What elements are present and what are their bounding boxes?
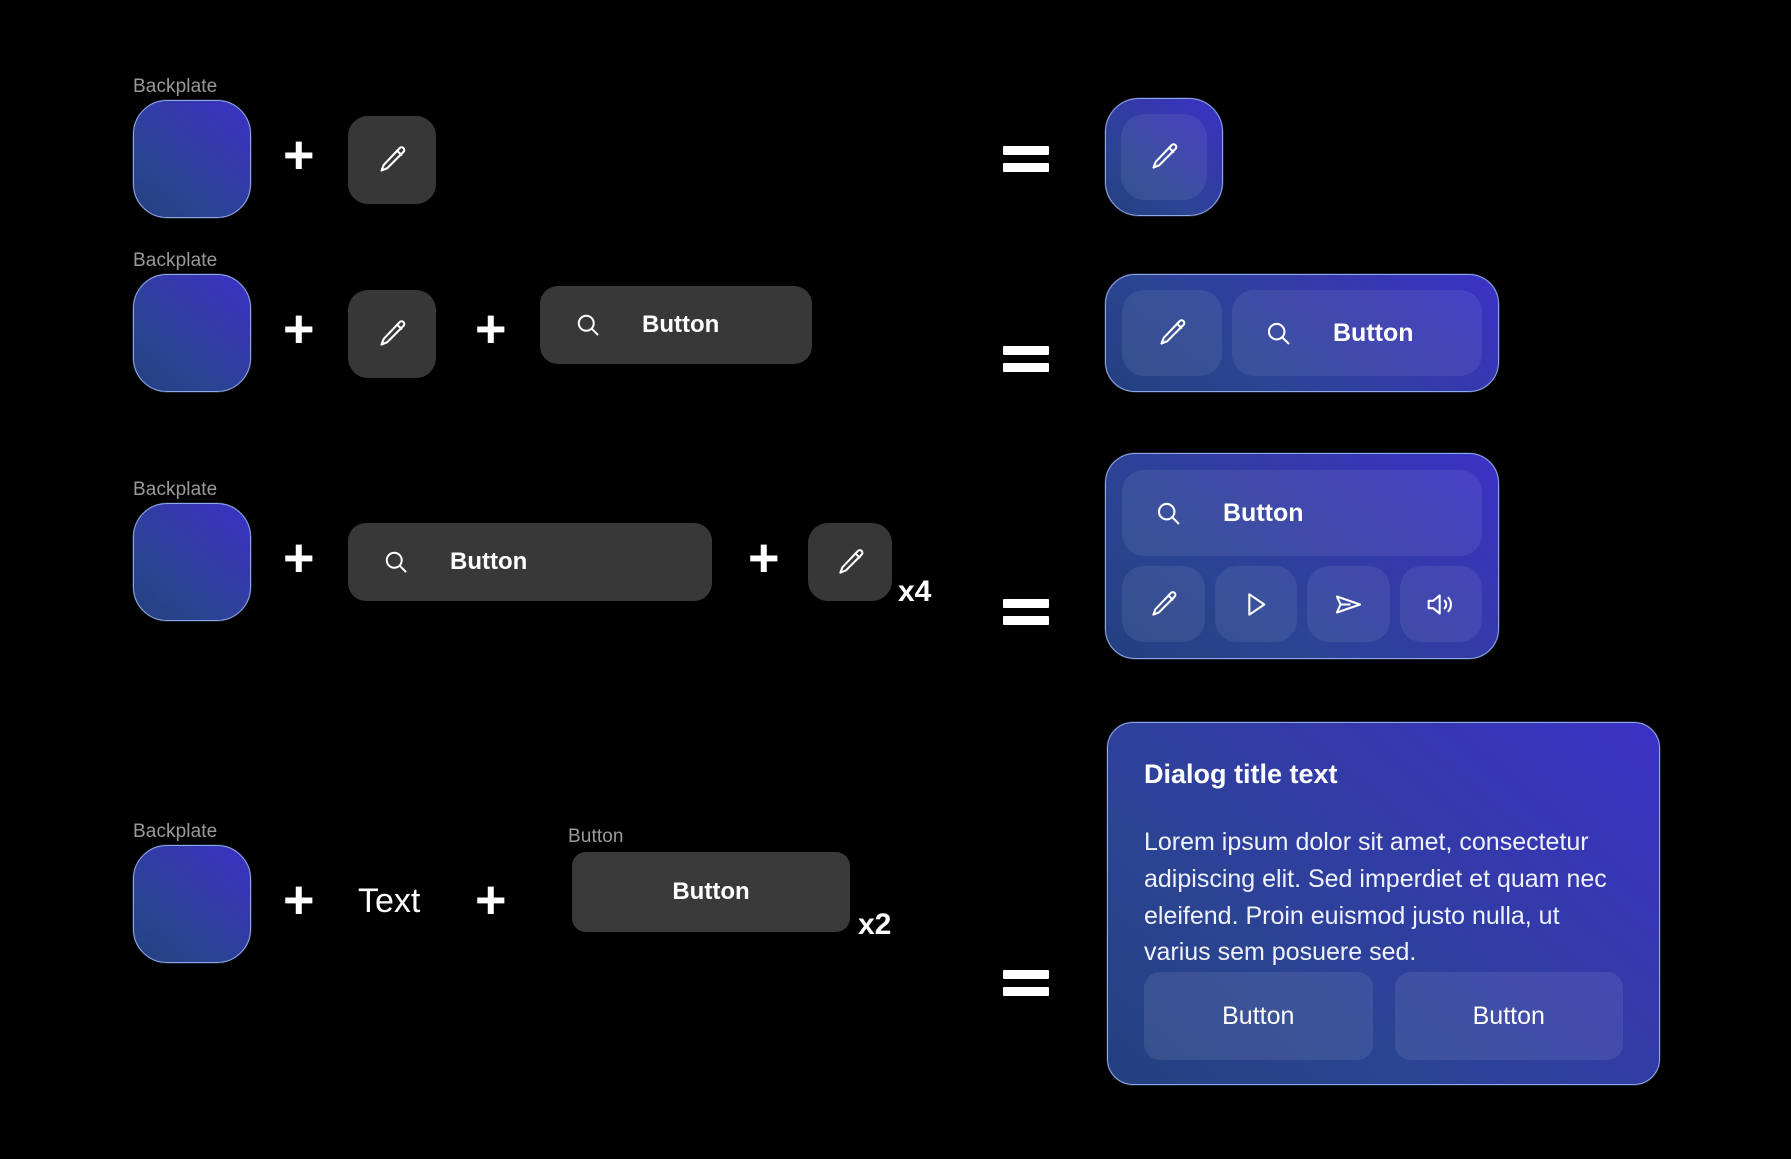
backplate-swatch-row1 [133,100,251,218]
operator-plus-row2-1: + [283,299,315,359]
operator-plus-row3-1: + [283,528,315,588]
result-icon-tile-pencil[interactable] [1122,566,1205,642]
pencil-icon [834,546,867,579]
dialog-body-text: Lorem ipsum dolor sit amet, consectetur … [1144,828,1607,967]
source-button-pill-label-row2: Button [642,311,720,338]
pencil-icon [375,143,409,177]
result-icon-tile-speaker[interactable] [1399,566,1482,642]
result-icon-tile-row2[interactable] [1122,290,1222,376]
dialog-action-bar: Button Button [1144,972,1623,1060]
result-button-pill-label-row3: Button [1223,498,1304,527]
source-icon-tile-row1[interactable] [348,116,436,204]
source-button-pill-row2[interactable]: Button [540,286,812,364]
operator-equals-row2 [1003,346,1049,372]
operator-equals-row1 [1003,146,1049,172]
send-icon [1332,588,1365,621]
operator-plus-row1-1: + [283,125,315,185]
result-icon-tile-send[interactable] [1307,566,1390,642]
dialog-button-secondary[interactable]: Button [1394,972,1623,1060]
operator-plus-row3-2: + [748,528,780,588]
source-button-pill-row3[interactable]: Button [348,523,712,601]
search-icon [382,548,410,576]
backplate-swatch-row3 [133,503,251,621]
button-caption-row4: Button [568,826,624,847]
operator-equals-row3 [1003,599,1049,625]
source-button-pill-label-row3: Button [450,548,528,575]
source-wide-button-row4[interactable]: Button [572,852,850,932]
search-icon [1154,499,1183,528]
operator-plus-row4-1: + [283,870,315,930]
multiplier-row4: x2 [858,908,892,941]
backplate-swatch-row2 [133,274,251,392]
operator-plus-row2-2: + [475,299,507,359]
source-icon-tile-row3[interactable] [808,523,892,601]
backplate-label-row1: Backplate [133,76,218,97]
pencil-icon [1147,140,1181,174]
result-backplate-row2: Button [1105,274,1499,392]
operator-equals-row4 [1003,970,1049,996]
multiplier-row3: x4 [898,575,932,608]
speaker-icon [1424,588,1457,621]
backplate-label-row3: Backplate [133,479,218,500]
backplate-swatch-row4 [133,845,251,963]
result-icon-tile-play[interactable] [1214,566,1297,642]
result-button-pill-row2[interactable]: Button [1232,290,1482,376]
backplate-label-row4: Backplate [133,821,218,842]
search-icon [1264,319,1293,348]
design-composition-canvas: Backplate + Backplate + + Button Button … [0,0,1791,1159]
pencil-icon [375,317,409,351]
backplate-label-row2: Backplate [133,250,218,271]
play-icon [1239,588,1272,621]
search-icon [574,311,602,339]
dialog-button-primary[interactable]: Button [1144,972,1373,1060]
result-backplate-row1 [1105,98,1223,216]
result-button-pill-label-row2: Button [1333,318,1414,347]
result-icon-grid-row3 [1122,566,1482,642]
pencil-icon [1155,316,1189,350]
result-backplate-row3: Button [1105,453,1499,659]
result-dialog-row4: Dialog title text Lorem ipsum dolor sit … [1107,722,1660,1085]
text-token-row4: Text [358,882,421,920]
operator-plus-row4-2: + [475,870,507,930]
result-button-pill-row3[interactable]: Button [1122,470,1482,556]
dialog-title: Dialog title text [1144,759,1338,789]
pencil-icon [1147,588,1180,621]
source-icon-tile-row2[interactable] [348,290,436,378]
result-icon-tile-row1[interactable] [1121,114,1207,200]
